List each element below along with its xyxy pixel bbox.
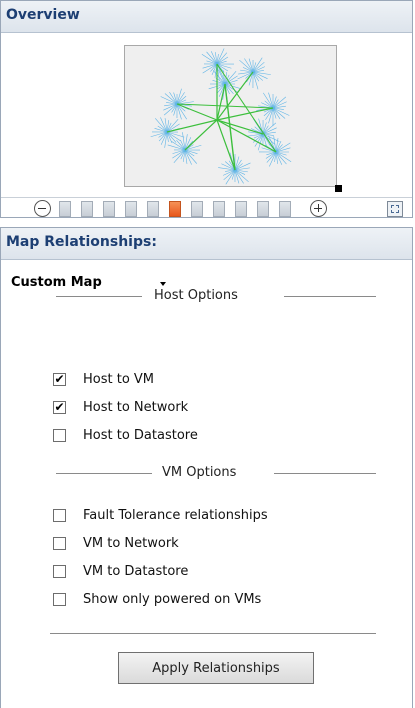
checkbox-checked[interactable]: ✔ [53,373,66,386]
zoom-bar [1,197,412,219]
zoom-step[interactable] [191,201,203,217]
zoom-step[interactable] [147,201,159,217]
map-type-label: Custom Map [11,275,102,290]
zoom-in-icon[interactable] [310,200,327,217]
fit-to-window-icon[interactable] [387,201,403,217]
relationships-header: Map Relationships: [1,228,412,260]
overview-title: Overview [6,7,80,23]
caret-down-icon[interactable] [160,282,166,286]
apply-button-label: Apply Relationships [152,660,280,676]
overview-header: Overview [1,1,412,33]
zoom-step[interactable] [279,201,291,217]
vm-divider-right [274,473,376,474]
checkbox[interactable] [53,537,66,550]
map-edge [252,71,259,90]
option-label: Host to Datastore [83,428,198,443]
option-label: Fault Tolerance relationships [83,508,268,523]
vm-divider-left [56,473,152,474]
zoom-step[interactable] [81,201,93,217]
overview-panel: Overview [0,0,413,218]
map-edge [176,103,218,121]
map-edge [166,119,218,133]
apply-relationships-button[interactable]: Apply Relationships [118,652,314,684]
zoom-step[interactable] [103,201,115,217]
bottom-divider [50,633,376,634]
host-divider-left [56,296,142,297]
relationships-title: Map Relationships: [6,234,157,250]
zoom-step[interactable] [59,201,71,217]
zoom-step[interactable] [125,201,137,217]
checkbox[interactable] [53,565,66,578]
map-type-dropdown[interactable]: Custom Map [11,275,102,290]
overview-map[interactable] [124,45,337,187]
map-graph [150,48,292,185]
vm-options-heading: VM Options [162,465,237,480]
option-label: VM to Datastore [83,564,189,579]
checkbox-checked[interactable]: ✔ [53,401,66,414]
option-label: Host to VM [83,372,155,387]
checkbox[interactable] [53,593,66,606]
host-divider-right [284,296,376,297]
option-label: Host to Network [83,400,189,415]
host-options-heading: Host Options [154,288,238,303]
checkbox[interactable] [53,509,66,522]
map-relationships-panel: Map Relationships: Custom Map Host Optio… [0,227,413,708]
zoom-step-active[interactable] [169,201,181,217]
option-label: VM to Network [83,536,179,551]
zoom-step[interactable] [213,201,225,217]
map-resize-handle[interactable] [335,185,342,192]
zoom-step[interactable] [257,201,269,217]
option-label: Show only powered on VMs [83,592,262,607]
zoom-out-icon[interactable] [34,200,51,217]
zoom-step[interactable] [235,201,247,217]
checkbox[interactable] [53,429,66,442]
